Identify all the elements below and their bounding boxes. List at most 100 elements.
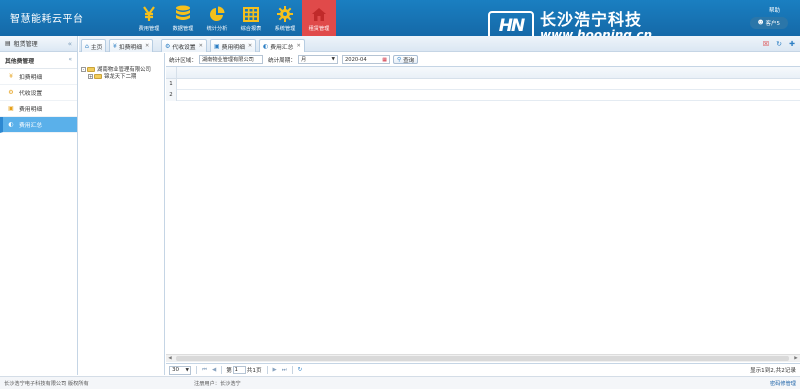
sidebar-header: ▤ 租赁管理 «	[0, 36, 77, 52]
registered-user: 注册用户：长沙浩宁	[194, 380, 241, 387]
home-icon: ⌂	[85, 42, 89, 50]
sidebar-group[interactable]: 其他费管理 «	[0, 52, 77, 69]
search-button[interactable]: ⚲ 查询	[392, 55, 419, 64]
date-input[interactable]: 2020-04 ▦	[341, 55, 390, 64]
page-number-input[interactable]	[232, 366, 246, 374]
scroll-left-icon[interactable]: ◀	[166, 356, 174, 361]
nav-label: 统计分析	[206, 26, 228, 32]
app-title: 智慧能耗云平台	[10, 14, 84, 25]
password-link[interactable]: 密码修管理	[770, 380, 796, 387]
grid-header	[166, 67, 800, 79]
tab-fee-summary[interactable]: ◐ 费用汇总 ✕	[259, 39, 305, 52]
copyright-text: 长沙浩宁电子科技有限公司 版权所有	[4, 380, 89, 387]
close-icon[interactable]: ✕	[199, 43, 203, 49]
table-row[interactable]: 1	[166, 78, 800, 90]
next-page-icon[interactable]: ▶	[273, 367, 277, 373]
region-input[interactable]: 湖南物业管理有限公司	[198, 55, 263, 64]
tab-bar: ⌂ 主页 ¥ 扣费明细 ✕ ⚙ 代收设置 ✕ ▣ 费用明细 ✕ ◐ 费用汇总 ✕…	[79, 36, 800, 52]
search-icon: ⚲	[396, 56, 402, 63]
sidebar-item-fee-detail[interactable]: ▣ 费用明细	[0, 101, 77, 117]
top-header: 智慧能耗云平台 费用管理 数据管理 统计分析 综合报表 系统管理 租赁管理 HN…	[0, 0, 800, 42]
prev-page-icon[interactable]: ◀	[212, 367, 216, 373]
nav-label: 综合报表	[240, 26, 262, 32]
nav-label: 费用管理	[138, 26, 160, 32]
period-label: 统计周期：	[267, 57, 296, 64]
folder-icon	[87, 66, 95, 72]
first-page-icon[interactable]: ⏮	[202, 367, 207, 374]
footer: 长沙浩宁电子科技有限公司 版权所有 注册用户：长沙浩宁 密码修管理	[0, 376, 800, 389]
group-collapse-icon[interactable]: «	[68, 57, 72, 63]
table-icon	[243, 3, 259, 25]
tab-label: 费用明细	[221, 44, 245, 51]
row-number: 1	[166, 78, 177, 90]
sidebar-item-label: 扣费明细	[19, 75, 43, 81]
close-icon[interactable]: ✕	[248, 43, 252, 49]
book-icon: ▣	[214, 42, 220, 50]
scroll-right-icon[interactable]: ▶	[792, 356, 800, 361]
tab-deduction[interactable]: ¥ 扣费明细 ✕	[109, 39, 154, 52]
nav-label: 租赁管理	[308, 26, 330, 32]
sidebar-item-collection[interactable]: ⚙ 代收设置	[0, 85, 77, 101]
pie-chart-icon	[209, 3, 225, 25]
page-size-select[interactable]: 30 ▼	[169, 365, 191, 375]
query-toolbar: 统计区域： 湖南物业管理有限公司 统计周期： 月 ▼ 2020-04 ▦ ⚲ 查…	[166, 53, 800, 66]
book-icon: ▣	[8, 105, 14, 112]
gear-icon	[277, 3, 293, 25]
settings-icon: ⚙	[165, 42, 171, 50]
nav-system[interactable]: 系统管理	[268, 0, 302, 36]
database-icon	[175, 3, 191, 25]
house-icon	[311, 3, 327, 25]
folder-icon	[94, 73, 102, 79]
close-all-icon[interactable]: ☒	[762, 40, 770, 48]
help-link[interactable]: 帮助	[769, 6, 780, 14]
chart-icon: ◐	[8, 121, 14, 128]
tree-node-child[interactable]: + 锦龙天下二期	[88, 72, 136, 80]
sidebar-group-label: 其他费管理	[5, 58, 34, 65]
record-info: 显示1到2,共2记录	[749, 368, 796, 374]
period-select[interactable]: 月 ▼	[297, 55, 338, 64]
expand-toggle-icon[interactable]: +	[88, 73, 93, 79]
data-grid: 1 2 ◀ ▶	[166, 66, 800, 362]
refresh-icon[interactable]: ↻	[775, 40, 783, 48]
nav-label: 系统管理	[274, 26, 296, 32]
close-icon[interactable]: ✕	[296, 43, 300, 49]
nav-label: 数据管理	[172, 26, 194, 32]
nav-reports[interactable]: 综合报表	[234, 0, 268, 36]
nav-statistics[interactable]: 统计分析	[200, 0, 234, 36]
org-tree: - 湖南物业管理有限公司 + 锦龙天下二期	[79, 53, 165, 375]
yen-icon: ¥	[9, 73, 13, 80]
user-menu[interactable]: ☻ 客户5	[749, 17, 788, 29]
nav-fee-management[interactable]: 费用管理	[132, 0, 166, 36]
sidebar-item-fee-summary[interactable]: ◐ 费用汇总	[0, 117, 77, 133]
sidebar-item-deduction[interactable]: ¥ 扣费明细	[0, 69, 77, 85]
user-icon: ☻	[757, 20, 764, 26]
scroll-thumb[interactable]	[176, 356, 789, 361]
sidebar-item-label: 费用汇总	[19, 123, 43, 129]
nav-data-management[interactable]: 数据管理	[166, 0, 200, 36]
tab-label: 扣费明细	[118, 44, 143, 51]
collapse-icon[interactable]: «	[68, 40, 72, 48]
pagination-bar: 30 ▼ ⏮ ◀ 第 共1页 ▶ ⏭ ↻ 显示1到2,共2记录	[166, 363, 800, 376]
last-page-icon[interactable]: ⏭	[282, 367, 287, 374]
horizontal-scrollbar[interactable]: ◀ ▶	[166, 354, 800, 362]
chevron-down-icon: ▼	[185, 367, 189, 373]
fullscreen-icon[interactable]: ✚	[788, 40, 796, 48]
table-row[interactable]: 2	[166, 89, 800, 101]
logo-company-name: 长沙浩宁科技	[540, 10, 643, 29]
calendar-icon[interactable]: ▦	[382, 57, 387, 63]
expand-toggle-icon[interactable]: -	[81, 66, 86, 72]
sidebar-item-label: 代收设置	[19, 91, 43, 97]
close-icon[interactable]: ✕	[145, 43, 149, 49]
refresh-icon[interactable]: ↻	[298, 367, 303, 373]
tab-fee-detail[interactable]: ▣ 费用明细 ✕	[210, 39, 257, 52]
nav-rental[interactable]: 租赁管理	[302, 0, 336, 36]
sidebar: ▤ 租赁管理 « 其他费管理 « ¥ 扣费明细 ⚙ 代收设置 ▣ 费用明细 ◐ …	[0, 36, 78, 375]
tab-collection[interactable]: ⚙ 代收设置 ✕	[161, 39, 207, 52]
sidebar-title: 租赁管理	[13, 41, 38, 48]
page-total: 共1页	[246, 368, 262, 374]
page-prefix: 第	[226, 368, 232, 374]
settings-icon: ⚙	[8, 89, 14, 96]
tab-label: 费用汇总	[270, 44, 294, 51]
tab-home[interactable]: ⌂ 主页	[81, 39, 107, 52]
user-name: 客户5	[765, 21, 781, 27]
